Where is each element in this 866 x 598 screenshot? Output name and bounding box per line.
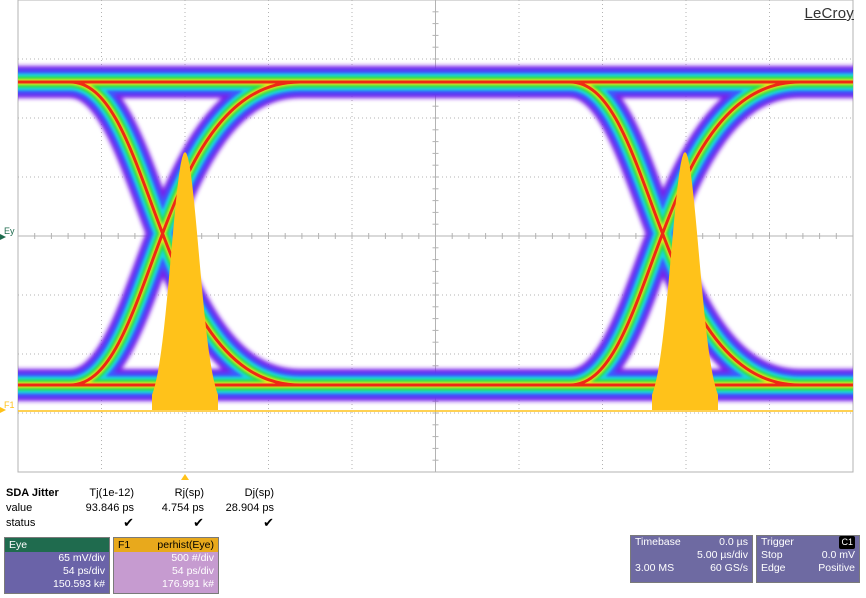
value-rj: 4.754 ps <box>161 501 204 514</box>
status-check-icon: ✔ <box>123 515 134 530</box>
f1-count: 176.991 k# <box>162 578 214 590</box>
trigger-slope: Positive <box>818 562 855 574</box>
value-dj: 28.904 ps <box>225 501 274 514</box>
col-header-dj: Dj(sp) <box>244 486 274 499</box>
value-tj: 93.846 ps <box>85 501 134 514</box>
eye-count: 150.593 k# <box>53 578 105 590</box>
eye-trace-label: Ey <box>4 226 15 236</box>
col-header-tj: Tj(1e-12) <box>89 486 134 499</box>
trigger-level: 0.0 mV <box>821 549 855 561</box>
trigger-label: Trigger <box>761 536 794 548</box>
eye-trace-descriptor[interactable]: Eye 65 mV/div 54 ps/div 150.593 k# <box>4 537 110 594</box>
col-header-rj: Rj(sp) <box>174 486 204 499</box>
measurement-title: SDA Jitter <box>6 486 59 499</box>
eye-trace-name: Eye <box>9 539 28 551</box>
status-check-icon: ✔ <box>193 515 204 530</box>
timebase-per-div: 5.00 µs/div <box>697 549 748 561</box>
status-row-label: status <box>6 517 36 529</box>
trigger-descriptor[interactable]: Trigger C1 Stop 0.0 mV Edge Positive <box>756 535 860 583</box>
f1-function: perhist(Eye) <box>157 539 214 551</box>
f1-trace-label: F1 <box>4 400 15 410</box>
f1-horizontal-scale: 54 ps/div <box>171 565 214 577</box>
timebase-descriptor[interactable]: Timebase 0.0 µs 5.00 µs/div 3.00 MS 60 GS/… <box>630 535 753 583</box>
timebase-label: Timebase <box>635 536 681 548</box>
value-row-label: value <box>6 501 33 514</box>
f1-vertical-scale: 500 #/div <box>171 552 214 564</box>
measurement-table: SDA Jitter Tj(1e-12) Rj(sp) Dj(sp) value… <box>6 485 278 531</box>
f1-trace-descriptor[interactable]: F1 perhist(Eye) 500 #/div 54 ps/div 176.9… <box>113 537 219 594</box>
status-check-icon: ✔ <box>263 515 274 530</box>
eye-horizontal-scale: 54 ps/div <box>62 565 105 577</box>
trigger-channel-badge: C1 <box>839 536 855 549</box>
f1-trace-name: F1 <box>118 539 131 551</box>
trigger-position-marker-icon <box>181 474 189 480</box>
lecroy-logo: LeCroy <box>804 5 854 22</box>
trigger-type: Edge <box>761 562 786 574</box>
timebase-samples: 3.00 MS <box>635 562 675 574</box>
eye-vertical-scale: 65 mV/div <box>58 552 105 564</box>
timebase-rate: 60 GS/s <box>710 562 748 574</box>
trigger-mode: Stop <box>761 549 783 561</box>
timebase-delay: 0.0 µs <box>719 536 748 548</box>
